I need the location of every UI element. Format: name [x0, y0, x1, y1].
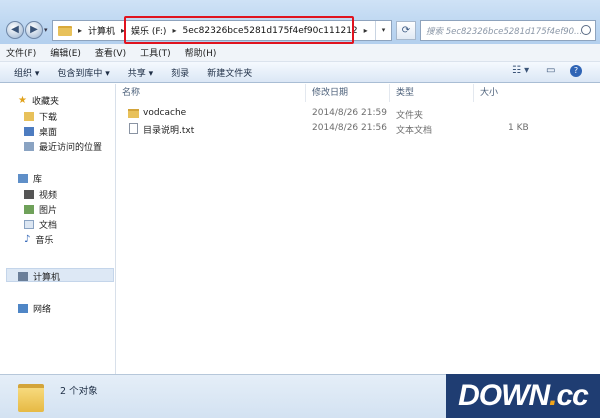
folder-icon: [58, 25, 72, 36]
folder-icon: [128, 109, 139, 118]
column-type[interactable]: 类型: [390, 84, 474, 102]
nav-item-label: 文档: [39, 221, 58, 231]
preview-pane-icon[interactable]: ▭: [546, 65, 555, 76]
search-icon[interactable]: [581, 25, 591, 35]
watermark-dot: .: [549, 379, 557, 412]
file-name: vodcache: [143, 108, 187, 118]
desktop-icon: [24, 127, 34, 136]
navigation-pane: ★ 收藏夹 下载 桌面 最近访问的位置 库 视频 图片 文档 ♪ 音乐 计算机 …: [0, 84, 116, 374]
file-type: 文本文档: [396, 126, 433, 136]
table-row[interactable]: vodcache 2014/8/26 21:59 文件夹: [116, 107, 600, 121]
videos-icon: [24, 190, 34, 199]
column-size[interactable]: 大小: [474, 84, 534, 102]
pictures-icon: [24, 205, 34, 214]
watermark-text: DOWN: [458, 379, 550, 412]
help-icon[interactable]: ?: [570, 65, 582, 77]
nav-item-videos[interactable]: 视频: [24, 188, 57, 201]
documents-icon: [24, 220, 34, 229]
file-name: 目录说明.txt: [143, 126, 195, 136]
nav-item-label: 下载: [39, 113, 58, 123]
file-size: 1 KB: [508, 123, 529, 133]
file-type: 文件夹: [396, 111, 424, 121]
organize-button[interactable]: 组织 ▾: [14, 66, 39, 79]
menu-edit[interactable]: 编辑(E): [50, 46, 81, 59]
folder-icon: [18, 384, 44, 412]
nav-favorites-label: 收藏夹: [31, 97, 59, 107]
nav-computer[interactable]: 计算机: [18, 270, 60, 283]
recent-places-icon: [24, 142, 34, 151]
item-count: 2 个对象: [60, 386, 98, 397]
nav-item-label: 图片: [39, 206, 58, 216]
menu-view[interactable]: 查看(V): [95, 46, 126, 59]
network-icon: [18, 304, 28, 313]
text-file-icon: [129, 123, 138, 134]
recent-pages-dropdown[interactable]: ▾: [44, 26, 48, 34]
column-name[interactable]: 名称: [116, 84, 306, 102]
nav-item-label: 音乐: [35, 236, 54, 246]
library-icon: [18, 174, 28, 183]
nav-item-recent[interactable]: 最近访问的位置: [24, 140, 102, 153]
burn-button[interactable]: 刻录: [171, 66, 189, 79]
nav-libraries-label: 库: [33, 175, 43, 185]
menu-file[interactable]: 文件(F): [6, 46, 36, 59]
new-folder-button[interactable]: 新建文件夹: [207, 66, 252, 79]
back-button[interactable]: ◀: [6, 21, 24, 39]
down-cc-watermark-logo: DOWN. cc: [446, 374, 600, 418]
search-placeholder: 搜索 5ec82326bce5281d175f4ef90...: [426, 27, 583, 37]
file-modified: 2014/8/26 21:59: [312, 108, 387, 118]
nav-item-label: 视频: [39, 191, 58, 201]
command-bar: 组织 ▾ 包含到库中 ▾ 共享 ▾ 刻录 新建文件夹 ☷ ▾ ▭ ?: [0, 62, 600, 83]
address-dropdown[interactable]: ▾: [375, 21, 391, 40]
address-highlight-box: [124, 16, 354, 44]
file-list: 名称 修改日期 类型 大小 vodcache 2014/8/26 21:59 文…: [116, 84, 600, 374]
nav-network-label: 网络: [33, 305, 52, 315]
nav-network[interactable]: 网络: [18, 302, 51, 315]
menu-tools[interactable]: 工具(T): [140, 46, 171, 59]
forward-button[interactable]: ▶: [25, 21, 43, 39]
menu-help[interactable]: 帮助(H): [185, 46, 217, 59]
include-in-library-button[interactable]: 包含到库中 ▾: [57, 66, 109, 79]
menu-bar: 文件(F) 编辑(E) 查看(V) 工具(T) 帮助(H): [0, 44, 600, 62]
nav-item-downloads[interactable]: 下载: [24, 110, 57, 123]
view-options-icon[interactable]: ☷ ▾: [512, 65, 529, 76]
music-note-icon: ♪: [24, 234, 31, 245]
star-icon: ★: [18, 95, 27, 106]
nav-item-pictures[interactable]: 图片: [24, 203, 57, 216]
breadcrumb-computer[interactable]: 计算机: [88, 24, 115, 37]
table-row[interactable]: 目录说明.txt 2014/8/26 21:56 文本文档 1 KB: [116, 122, 600, 136]
nav-item-label: 最近访问的位置: [39, 143, 103, 153]
nav-computer-label: 计算机: [33, 273, 61, 283]
chevron-right-icon[interactable]: ▸: [364, 26, 368, 35]
watermark-suffix: cc: [556, 379, 588, 412]
nav-item-music[interactable]: ♪ 音乐: [24, 233, 53, 246]
nav-libraries[interactable]: 库: [18, 172, 42, 185]
refresh-button[interactable]: ⟳: [396, 21, 416, 40]
nav-item-label: 桌面: [39, 128, 58, 138]
search-input[interactable]: 搜索 5ec82326bce5281d175f4ef90...: [420, 20, 596, 41]
nav-favorites[interactable]: ★ 收藏夹: [18, 94, 59, 107]
column-modified[interactable]: 修改日期: [306, 84, 390, 102]
file-modified: 2014/8/26 21:56: [312, 123, 387, 133]
share-button[interactable]: 共享 ▾: [128, 66, 153, 79]
chevron-right-icon[interactable]: ▸: [78, 26, 82, 35]
computer-icon: [18, 272, 28, 281]
nav-item-documents[interactable]: 文档: [24, 218, 57, 231]
downloads-folder-icon: [24, 112, 34, 121]
nav-item-desktop[interactable]: 桌面: [24, 125, 57, 138]
